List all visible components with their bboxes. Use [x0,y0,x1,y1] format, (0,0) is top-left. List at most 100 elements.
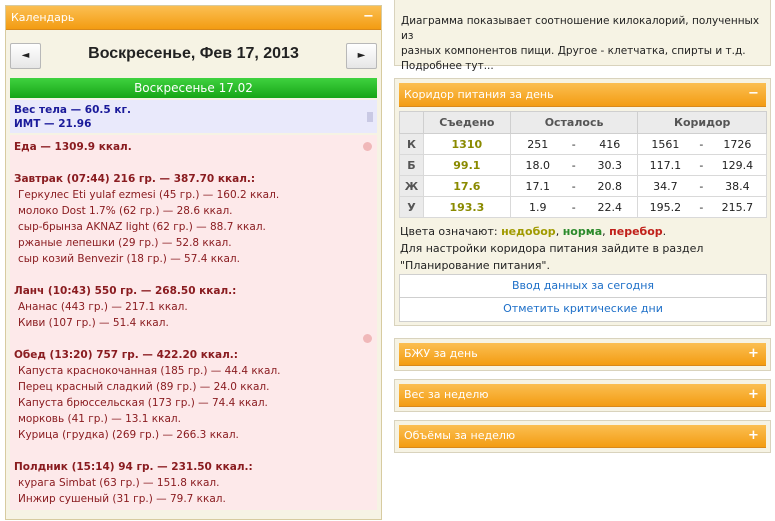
range-dash: - [699,200,704,214]
weight-week-header[interactable]: Вес за неделю + [399,384,766,407]
bju-header[interactable]: БЖУ за день + [399,343,766,366]
corridor-to: 215.7 [721,200,754,214]
legend-over: перебор [609,225,663,238]
left-to: 30.3 [597,158,623,172]
body-weight: Вес тела — 60.5 кг. [14,104,131,116]
food-item: молоко Dost 1.7% (62 гр.) — 28.6 ккал. [18,205,233,217]
calendar-panel: Календарь − ◄ Воскресенье, Фев 17, 2013 … [5,5,382,520]
range-dash: - [699,158,704,172]
date-navigation: ◄ Воскресенье, Фев 17, 2013 ► [6,36,381,76]
bmi-value: ИМТ — 21.96 [14,118,92,130]
corridor-to: 129.4 [721,158,754,172]
left-to: 20.8 [597,179,623,193]
range-dash: - [571,200,576,214]
table-header-corridor: Коридор [637,111,767,134]
range-dash: - [571,137,576,151]
table-header-left: Осталось [509,111,639,134]
plus-icon[interactable]: + [747,347,760,361]
calendar-header[interactable]: Календарь − [6,6,381,30]
row-letter: У [399,196,424,218]
left-to: 22.4 [597,200,623,214]
corridor-table: Съедено Осталось Коридор К 1310 251 - 416 … [399,111,767,218]
corridor-to: 1726 [723,137,752,151]
food-item: курага Simbat (63 гр.) — 151.8 ккал. [18,477,220,489]
more-link[interactable]: Подробнее тут... [401,59,764,74]
left-from: 1.9 [529,200,547,214]
bju-panel: БЖУ за день + [394,338,771,371]
mark-critical-days-button[interactable]: Отметить критические дни [399,298,767,322]
bju-title: БЖУ за день [404,347,478,360]
dot-icon[interactable] [363,142,372,151]
diagram-text-line: разных компонентов пищи. Другое - клетча… [401,45,746,57]
eaten-value: 1310 [422,133,511,155]
left-from: 251 [527,137,549,151]
legend-norm: норма [562,225,603,238]
settings-text: Для настройки коридора питания зайдите в… [400,242,704,255]
corridor-from: 34.7 [653,179,678,193]
date-title: Воскресенье, Фев 17, 2013 [88,45,299,62]
food-item: морковь (41 гр.) — 13.1 ккал. [18,413,181,425]
corridor-from: 195.2 [649,200,682,214]
corridor-panel: Коридор питания за день − Съедено Остало… [394,78,771,326]
weight-box[interactable]: Вес тела — 60.5 кг. ИМТ — 21.96 [10,100,377,133]
meal-header: Полдник (15:14) 94 гр. — 231.50 ккал.: [14,461,253,473]
plus-icon[interactable]: + [747,388,760,402]
minus-icon[interactable]: − [362,10,375,24]
food-item: Инжир сушеный (31 гр.) — 79.7 ккал. [18,493,226,505]
calendar-title: Календарь [11,11,75,24]
meal-header: Ланч (10:43) 550 гр. — 268.50 ккал.: [14,285,237,297]
row-letter: К [399,133,424,155]
plus-icon[interactable]: + [747,429,760,443]
food-total: Еда — 1309.9 ккал. [14,141,132,153]
food-item: Киви (107 гр.) — 51.4 ккал. [18,317,169,329]
food-box[interactable]: Еда — 1309.9 ккал. Завтрак (07:44) 216 г… [10,135,377,510]
legend-prefix: Цвета означают: [400,225,502,238]
food-item: Капуста брюссельская (173 гр.) — 74.4 кк… [18,397,268,409]
food-item: Перец красный сладкий (89 гр.) — 24.0 кк… [18,381,270,393]
volume-week-panel: Объёмы за неделю + [394,420,771,453]
range-dash: - [699,137,704,151]
food-item: Курица (грудка) (269 гр.) — 266.3 ккал. [18,429,239,441]
corridor-from: 1561 [651,137,680,151]
day-bar[interactable]: Воскресенье 17.02 [10,78,377,98]
enter-data-button[interactable]: Ввод данных за сегодня [399,274,767,298]
dot-icon[interactable] [363,334,372,343]
range-dash: - [571,179,576,193]
minus-icon[interactable]: − [747,87,760,101]
row-letter: Б [399,154,424,176]
color-legend: Цвета означают: недобор, норма, перебор.… [399,223,766,274]
range-dash: - [699,179,704,193]
eaten-value: 193.3 [422,196,511,218]
left-to: 416 [599,137,621,151]
food-item: сыр-брынза AKNAZ light (62 гр.) — 88.7 к… [18,221,266,233]
table-header-eaten: Съедено [422,111,511,134]
left-from: 17.1 [525,179,551,193]
food-item: Ананас (443 гр.) — 217.1 ккал. [18,301,188,313]
legend-end: . [662,225,667,238]
table-header-blank [399,111,424,134]
corridor-title: Коридор питания за день [404,88,554,101]
diagram-description: Диаграмма показывает соотношение килокал… [394,0,771,72]
row-letter: Ж [399,175,424,197]
volume-week-header[interactable]: Объёмы за неделю + [399,425,766,448]
meal-header: Завтрак (07:44) 216 гр. — 387.70 ккал.: [14,173,256,185]
prev-day-button[interactable]: ◄ [10,43,41,69]
table-row: К 1310 251 - 416 1561 - 1726 [399,133,767,155]
range-dash: - [571,158,576,172]
legend-under: недобор [501,225,556,238]
meal-header: Обед (13:20) 757 гр. — 422.20 ккал.: [14,349,238,361]
diagram-text-line: Диаграмма показывает соотношение килокал… [401,15,760,42]
eaten-value: 17.6 [422,175,511,197]
table-row: Ж 17.6 17.1 - 20.8 34.7 - 38.4 [399,175,767,197]
food-item: ржаные лепешки (29 гр.) — 52.8 ккал. [18,237,232,249]
table-row: Б 99.1 18.0 - 30.3 117.1 - 129.4 [399,154,767,176]
food-item: сыр козий Benvezir (18 гр.) — 57.4 ккал. [18,253,240,265]
settings-link[interactable]: "Планирование питания". [400,257,766,274]
corridor-header[interactable]: Коридор питания за день − [399,83,766,107]
volume-week-title: Объёмы за неделю [404,429,516,442]
food-item: Капуста краснокочанная (185 гр.) — 44.4 … [18,365,281,377]
corridor-from: 117.1 [649,158,682,172]
next-day-button[interactable]: ► [346,43,377,69]
edit-icon[interactable] [367,112,373,122]
food-item: Геркулес Eti yulaf ezmesi (45 гр.) — 160… [18,189,280,201]
